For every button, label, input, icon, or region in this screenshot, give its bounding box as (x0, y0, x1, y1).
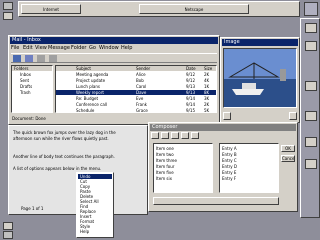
list-item[interactable]: Entry A (220, 146, 278, 151)
list-button[interactable] (191, 132, 199, 139)
list-item[interactable]: Item six (154, 176, 212, 181)
right-icon-6[interactable] (305, 159, 317, 169)
menu-item-folder[interactable]: Folder (71, 45, 86, 52)
list-item[interactable]: Entry E (220, 170, 278, 175)
list-item[interactable]: Item one (154, 146, 212, 151)
editor-right-list[interactable]: Entry A Entry B Entry C Entry D Entry E … (219, 143, 279, 193)
list-item[interactable]: Entry B (220, 152, 278, 157)
list-item[interactable]: Item three (154, 158, 212, 163)
ok-button[interactable]: OK (281, 145, 295, 152)
right-icon-4[interactable] (305, 111, 317, 121)
header-size[interactable]: Size (204, 66, 212, 71)
photo-window: Image (220, 37, 300, 123)
bold-button[interactable] (151, 132, 159, 139)
list-item[interactable]: Entry F (220, 176, 278, 181)
reply-icon[interactable] (37, 55, 45, 62)
folder-item[interactable]: Trash (12, 90, 52, 95)
menu-item-message[interactable]: Message (48, 45, 70, 52)
popup-menu: Undo Cut Copy Paste Delete Select All Fi… (76, 172, 114, 238)
photo-scroll-right[interactable] (289, 112, 297, 120)
bottom-left-doc-icon[interactable] (3, 231, 13, 239)
main-window: Mail - Inbox File Edit View Message Fold… (8, 35, 220, 125)
folder-item[interactable]: Inbox (12, 72, 52, 77)
top-toolbar: Internet Netscape (18, 1, 300, 17)
bottom-left-drive-icon[interactable] (3, 222, 13, 230)
header-subject[interactable]: Subject (76, 66, 91, 71)
list-header: Subject Sender Date Size (56, 66, 216, 71)
table-row[interactable]: Lunch plans Carol 9/13 1K (56, 84, 216, 89)
doc-paragraph: Another line of body text continues the … (13, 154, 115, 159)
top-right-close-icon[interactable] (304, 2, 318, 16)
cancel-button[interactable]: Cancel (281, 155, 295, 162)
right-icon-2[interactable] (305, 41, 317, 51)
list-item[interactable]: Entry D (220, 164, 278, 169)
list-item[interactable]: Item five (154, 170, 212, 175)
top-left-folder-icon[interactable] (3, 2, 13, 10)
message-list: Subject Sender Date Size Meeting agenda … (55, 65, 217, 113)
top-center-button[interactable]: Netscape (139, 4, 249, 14)
bottom-bar (153, 197, 279, 205)
folder-item[interactable]: Sent (12, 78, 52, 83)
editor-toolbar (151, 132, 295, 140)
main-window-title[interactable]: Mail - Inbox (10, 37, 218, 44)
list-item[interactable]: Item four (154, 164, 212, 169)
main-toolbar (11, 53, 217, 63)
doc-paragraph: A list of options appears below in the m… (13, 166, 102, 171)
right-icon-3[interactable] (305, 81, 317, 91)
get-mail-icon[interactable] (13, 55, 21, 62)
right-icon-1[interactable] (305, 23, 317, 33)
popup-menu-item[interactable]: Help (78, 229, 112, 234)
photo-window-title[interactable]: Image (222, 39, 298, 46)
photo-scroll-left[interactable] (223, 112, 231, 120)
menu-item-edit[interactable]: Edit (23, 45, 33, 52)
header-sender[interactable]: Sender (136, 66, 150, 71)
table-row[interactable]: Project update Bob 9/12 4K (56, 78, 216, 83)
table-row[interactable]: Meeting agenda Alice 9/12 2K (56, 72, 216, 77)
harbor-photo (224, 49, 296, 107)
right-icon-5[interactable] (305, 137, 317, 147)
italic-button[interactable] (161, 132, 169, 139)
editor-left-list[interactable]: Item one Item two Item three Item four I… (153, 143, 213, 193)
main-menubar: File Edit View Message Folder Go Window … (11, 45, 217, 52)
align-button[interactable] (181, 132, 189, 139)
editor-window: Composer Item one Item two Item three It… (148, 122, 298, 212)
top-left-computer-icon[interactable] (3, 12, 13, 20)
right-panel (300, 18, 320, 218)
doc-paragraph: The quick brown fox jumps over the lazy … (13, 130, 116, 135)
status-bar: Document: Done (12, 116, 46, 121)
table-row[interactable]: Schedule Grace 9/15 5K (56, 108, 216, 113)
forward-icon[interactable] (49, 55, 57, 62)
doc-paragraph: afternoon sun while the river flows quie… (13, 136, 109, 141)
folders-header: Folders (12, 66, 52, 71)
menu-item-view[interactable]: View (35, 45, 47, 52)
list-item[interactable]: Item two (154, 152, 212, 157)
photo-image (223, 48, 297, 108)
menu-item-help[interactable]: Help (121, 45, 132, 52)
table-row-selected[interactable]: Weekly report Dave 9/13 8K (56, 90, 216, 95)
menu-item-window[interactable]: Window (99, 45, 119, 52)
compose-icon[interactable] (25, 55, 33, 62)
table-row[interactable]: Re: Budget Eve 9/14 3K (56, 96, 216, 101)
header-date[interactable]: Date (186, 66, 196, 71)
menu-item-file[interactable]: File (11, 45, 19, 52)
table-row[interactable]: Conference call Frank 9/14 2K (56, 102, 216, 107)
top-left-button[interactable]: Internet (21, 4, 81, 14)
folders-pane: Folders Inbox Sent Drafts Trash (11, 65, 53, 113)
editor-window-title[interactable]: Composer (150, 124, 296, 131)
underline-button[interactable] (171, 132, 179, 139)
list-item[interactable]: Entry C (220, 158, 278, 163)
menu-item-go[interactable]: Go (89, 45, 96, 52)
folder-item[interactable]: Drafts (12, 84, 52, 89)
doc-footer: Page 1 of 1 (21, 206, 44, 211)
